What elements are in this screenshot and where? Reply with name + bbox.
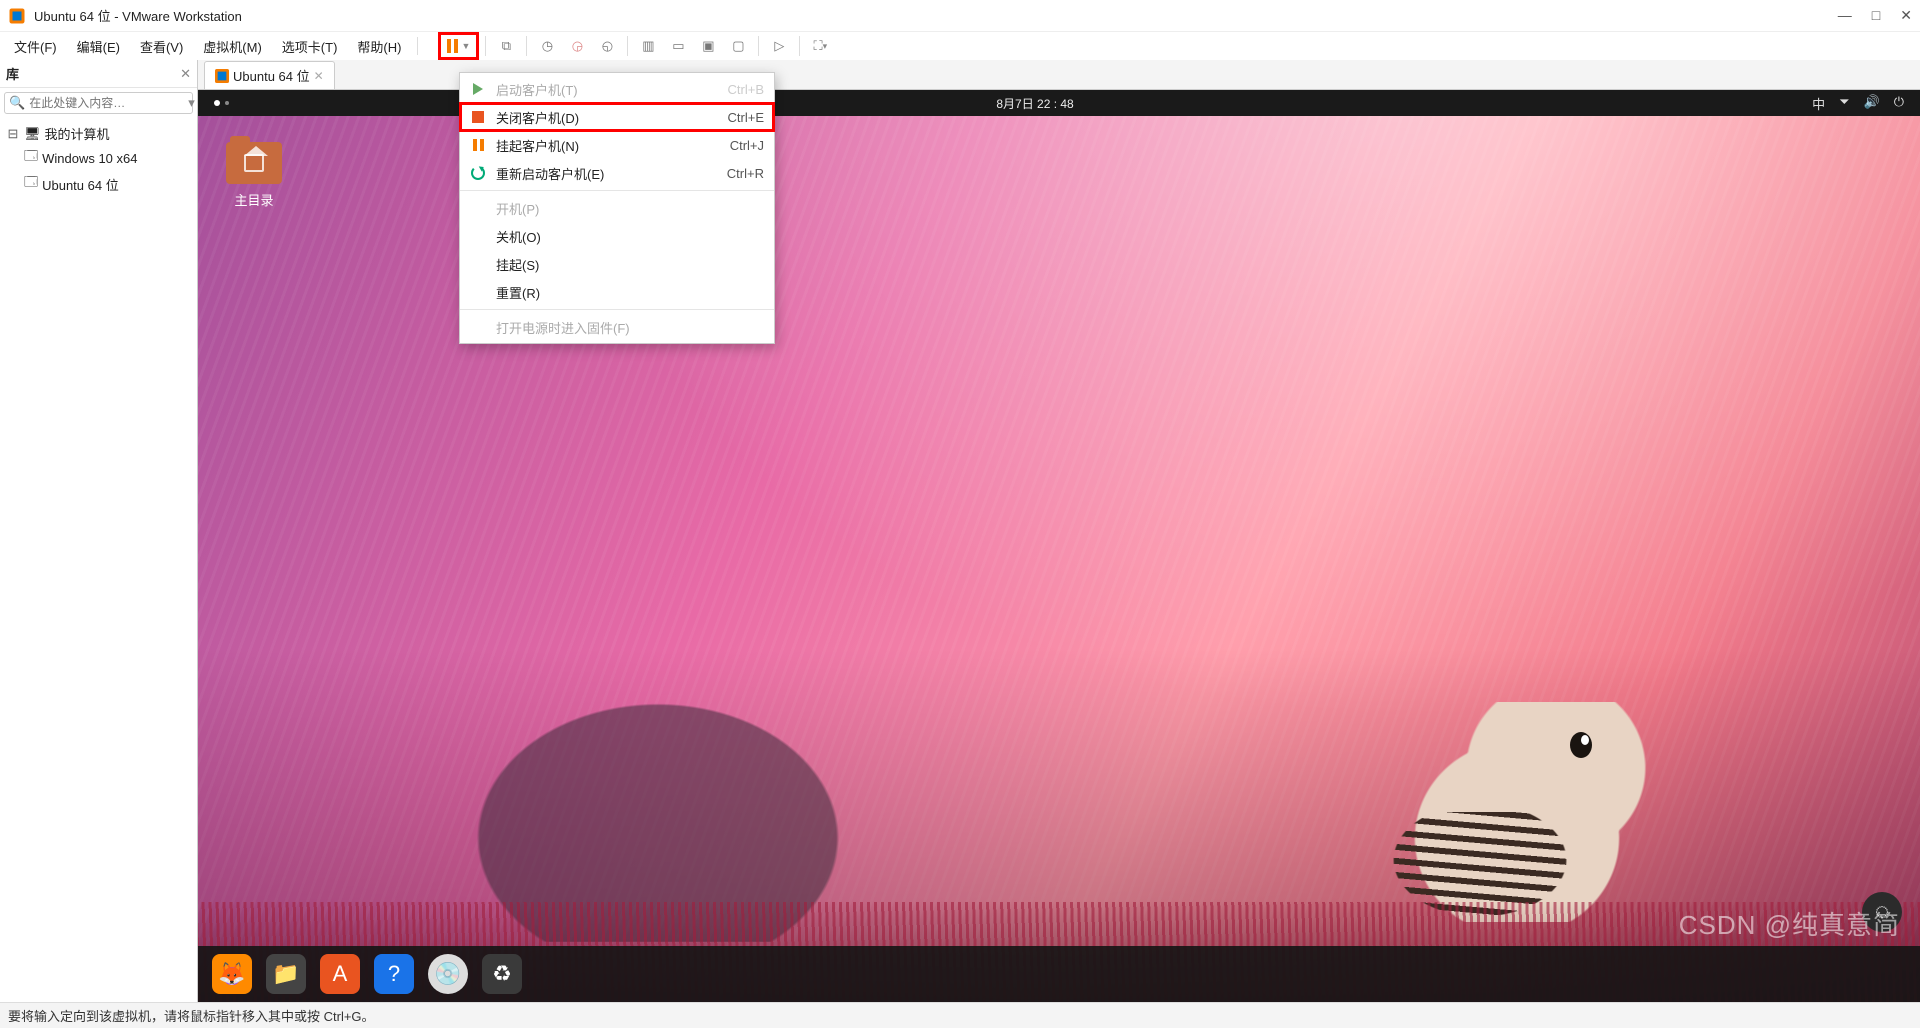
menu-view[interactable]: 查看(V): [132, 34, 191, 59]
view-console-button[interactable]: ▭: [664, 32, 692, 60]
minimize-button[interactable]: ―: [1838, 7, 1852, 24]
snapshot-button[interactable]: ◷: [533, 32, 561, 60]
menu-vm[interactable]: 虚拟机(M): [195, 34, 270, 59]
home-folder-shortcut[interactable]: 主目录: [226, 142, 282, 209]
home-folder-icon: [226, 142, 282, 184]
menu-file[interactable]: 文件(F): [6, 34, 65, 59]
dock-install-media[interactable]: 💿: [428, 954, 468, 994]
tab-ubuntu64[interactable]: Ubuntu 64 位 ✕: [204, 61, 335, 89]
vm-icon: 🗔: [24, 147, 38, 169]
play-icon: [473, 83, 483, 95]
stop-icon: [472, 111, 484, 123]
search-icon: 🔍: [9, 95, 25, 111]
tab-close-button[interactable]: ✕: [314, 69, 324, 83]
library-sidebar: 库 ✕ 🔍 ▾ ⊟ 🖥 我的计算机 🗔 Windows 10 x64 🗔 Ubu…: [0, 60, 198, 1002]
menu-power-off[interactable]: 关机(O): [460, 222, 774, 250]
menu-start-guest: 启动客户机(T) Ctrl+B: [460, 75, 774, 103]
menubar: 文件(F) 编辑(E) 查看(V) 虚拟机(M) 选项卡(T) 帮助(H) ▼ …: [0, 32, 1920, 60]
maximize-button[interactable]: □: [1872, 7, 1880, 24]
guest-viewport[interactable]: 8月7日 22 : 48 中 ⏷ 🔊 ⏻ 主目录 CSDN @纯真意简: [198, 90, 1920, 1002]
window-title: Ubuntu 64 位 - VMware Workstation: [34, 6, 1838, 25]
enter-unity-button[interactable]: ▷: [765, 32, 793, 60]
csdn-watermark: CSDN @纯真意简: [1679, 905, 1900, 942]
snapshot-manager-button[interactable]: ◵: [593, 32, 621, 60]
ubuntu-dock: 🦊 📁 A ? 💿 ♻: [198, 946, 1920, 1002]
activities-button[interactable]: [198, 99, 258, 107]
vm-tabs: Ubuntu 64 位 ✕: [198, 60, 1920, 90]
dock-files[interactable]: 📁: [266, 954, 306, 994]
ubuntu-topbar: 8月7日 22 : 48 中 ⏷ 🔊 ⏻: [198, 90, 1920, 116]
monitor-icon: 🖥: [24, 126, 41, 142]
library-title: 库: [6, 64, 180, 83]
ubuntu-system-tray[interactable]: 中 ⏷ 🔊 ⏻: [1812, 94, 1920, 113]
library-tree: ⊟ 🖥 我的计算机 🗔 Windows 10 x64 🗔 Ubuntu 64 位: [0, 118, 197, 201]
power-dropdown-menu: 启动客户机(T) Ctrl+B 关闭客户机(D) Ctrl+E 挂起客户机(N)…: [459, 72, 775, 344]
status-text: 要将输入定向到该虚拟机，请将鼠标指针移入其中或按 Ctrl+G。: [8, 1006, 375, 1025]
menu-reset[interactable]: 重置(R): [460, 278, 774, 306]
ubuntu-desktop[interactable]: 主目录 CSDN @纯真意简 🦊 📁 A ? 💿 ♻: [198, 116, 1920, 1002]
menu-tabs[interactable]: 选项卡(T): [274, 34, 346, 59]
restart-icon: [471, 166, 485, 180]
menu-help[interactable]: 帮助(H): [349, 34, 409, 59]
tree-item-ubuntu64[interactable]: 🗔 Ubuntu 64 位: [22, 171, 193, 197]
library-close-button[interactable]: ✕: [180, 66, 191, 82]
library-search[interactable]: 🔍 ▾: [4, 92, 193, 114]
network-icon[interactable]: ⏷: [1839, 94, 1849, 113]
send-ctrl-alt-del-button[interactable]: ⧉: [492, 32, 520, 60]
pause-icon: [473, 139, 484, 151]
home-folder-label: 主目录: [226, 190, 282, 209]
dock-help[interactable]: ?: [374, 954, 414, 994]
menu-shutdown-guest[interactable]: 关闭客户机(D) Ctrl+E: [460, 103, 774, 131]
menu-edit[interactable]: 编辑(E): [69, 34, 128, 59]
statusbar: 要将输入定向到该虚拟机，请将鼠标指针移入其中或按 Ctrl+G。: [0, 1002, 1920, 1028]
view-fit-button[interactable]: ▣: [694, 32, 722, 60]
window-titlebar: Ubuntu 64 位 - VMware Workstation ― □ ✕: [0, 0, 1920, 32]
toolbar: ▼ ⧉ ◷ ◶ ◵ ▥ ▭ ▣ ▢ ▷ ⛶ ▾: [438, 32, 834, 60]
pause-icon: [447, 39, 458, 53]
menu-enter-firmware: 打开电源时进入固件(F): [460, 313, 774, 341]
tab-label: Ubuntu 64 位: [233, 66, 310, 85]
power-icon[interactable]: ⏻: [1894, 94, 1904, 113]
view-stretch-button[interactable]: ▢: [724, 32, 752, 60]
wallpaper-animal: [1400, 702, 1660, 922]
snapshot-revert-button[interactable]: ◶: [563, 32, 591, 60]
power-dropdown-button[interactable]: ▼: [438, 32, 479, 60]
vm-icon: [215, 69, 229, 83]
tree-item-windows10[interactable]: 🗔 Windows 10 x64: [22, 145, 193, 171]
view-side-button[interactable]: ▥: [634, 32, 662, 60]
collapse-icon: ⊟: [6, 126, 20, 142]
vmware-logo-icon: [8, 7, 26, 25]
menu-power-on: 开机(P): [460, 194, 774, 222]
search-input[interactable]: [29, 96, 184, 110]
dock-trash[interactable]: ♻: [482, 954, 522, 994]
activities-icon: [213, 99, 243, 107]
close-button[interactable]: ✕: [1900, 7, 1912, 24]
input-method-indicator[interactable]: 中: [1812, 94, 1825, 113]
menu-suspend[interactable]: 挂起(S): [460, 250, 774, 278]
vm-icon: 🗔: [24, 173, 38, 195]
menu-restart-guest[interactable]: 重新启动客户机(E) Ctrl+R: [460, 159, 774, 187]
menu-suspend-guest[interactable]: 挂起客户机(N) Ctrl+J: [460, 131, 774, 159]
volume-icon[interactable]: 🔊: [1864, 94, 1880, 113]
dock-firefox[interactable]: 🦊: [212, 954, 252, 994]
fullscreen-button[interactable]: ⛶ ▾: [806, 32, 834, 60]
dock-software[interactable]: A: [320, 954, 360, 994]
tree-root-mycomputer[interactable]: ⊟ 🖥 我的计算机: [4, 122, 193, 145]
chevron-down-icon: ▼: [461, 41, 470, 51]
content-area: Ubuntu 64 位 ✕ 8月7日 22 : 48 中 ⏷ 🔊 ⏻: [198, 60, 1920, 1002]
chevron-down-icon[interactable]: ▾: [188, 95, 195, 111]
